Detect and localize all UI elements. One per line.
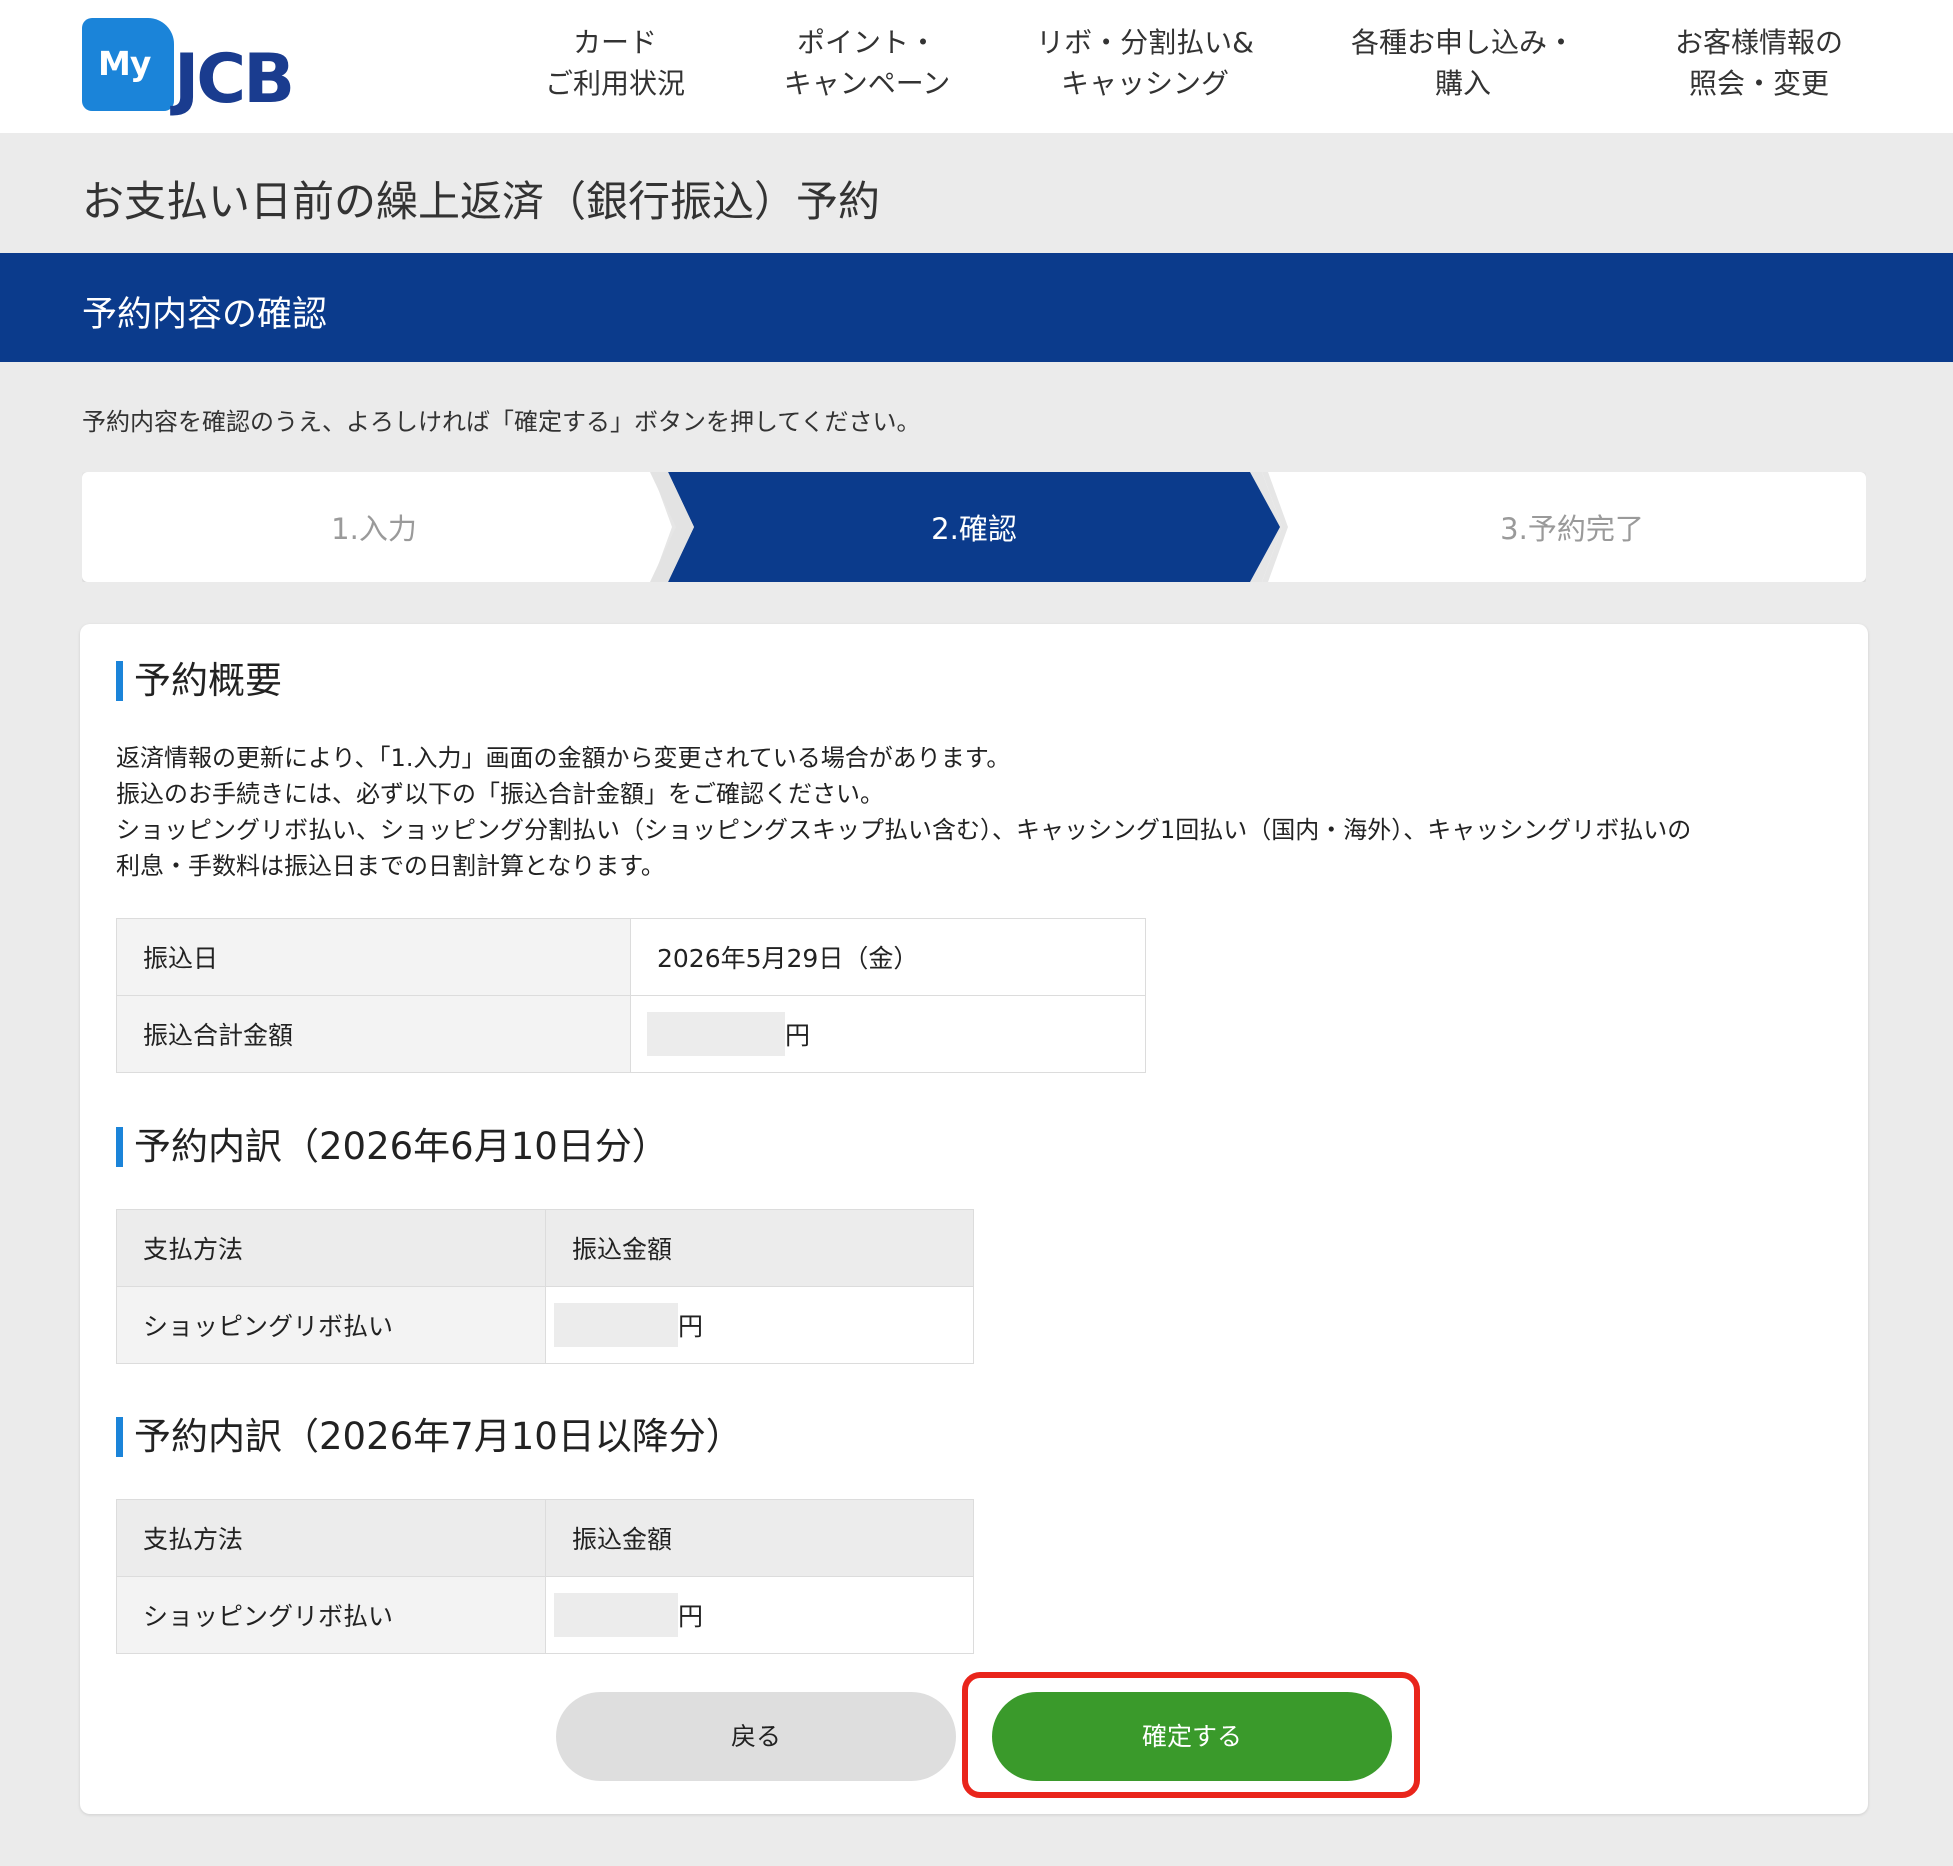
method-cell: ショッピングリボ払い: [116, 1286, 546, 1364]
transfer-total-label: 振込合計金額: [116, 995, 631, 1073]
yen-unit: 円: [785, 1021, 811, 1050]
nav-item-line2: キャンペーン: [783, 67, 951, 100]
table-row: 振込日 2026年5月29日（金）: [116, 918, 1146, 996]
nav-item-line1: お客様情報の: [1674, 26, 1843, 59]
progress-stepper: 1.入力 2.確認 3.予約完了: [82, 472, 1866, 582]
transfer-date-label: 振込日: [116, 918, 631, 996]
section-title: 予約内容の確認: [82, 295, 328, 335]
instruction-text: 予約内容を確認のうえ、よろしければ「確定する」ボタンを押してください。: [82, 408, 921, 436]
nav-item-card-usage[interactable]: カード ご利用状況: [515, 22, 715, 104]
yen-unit: 円: [678, 1312, 704, 1341]
breakdown1-heading: 予約内訳（2026年6月10日分）: [116, 1125, 669, 1169]
section-header: 予約内容の確認: [0, 253, 1953, 362]
site-header: My JCB カード ご利用状況 ポイント・ キャンペーン リボ・分割払い& キ…: [0, 0, 1953, 133]
summary-notes: 返済情報の更新により、「1.入力」画面の金額から変更されている場合があります。 …: [116, 740, 1691, 884]
breakdown2-table: 支払方法 振込金額 ショッピングリボ払い 円: [116, 1499, 974, 1654]
nav-item-line2: キャッシング: [1060, 67, 1229, 100]
myjcb-logo[interactable]: My JCB: [82, 18, 376, 114]
nav-item-line2: 照会・変更: [1688, 67, 1829, 100]
nav-item-line1: カード: [572, 26, 657, 59]
nav-item-customer-info[interactable]: お客様情報の 照会・変更: [1624, 22, 1894, 104]
global-nav: カード ご利用状況 ポイント・ キャンペーン リボ・分割払い& キャッシング 各…: [480, 22, 1930, 108]
confirm-button[interactable]: 確定する: [992, 1692, 1392, 1781]
reservation-card: 予約概要 返済情報の更新により、「1.入力」画面の金額から変更されている場合があ…: [80, 624, 1868, 1814]
step-confirm: 2.確認: [931, 512, 1017, 546]
table-row: ショッピングリボ払い 円: [116, 1576, 974, 1654]
nav-item-line1: リボ・分割払い&: [1036, 26, 1254, 59]
note-line: 利息・手数料は振込日までの日割計算となります。: [116, 852, 665, 880]
col-method: 支払方法: [116, 1209, 546, 1287]
logo-my-badge: My: [82, 18, 174, 111]
nav-item-line2: ご利用状況: [544, 67, 685, 100]
note-line: 返済情報の更新により、「1.入力」画面の金額から変更されている場合があります。: [116, 744, 1011, 772]
breakdown1-table: 支払方法 振込金額 ショッピングリボ払い 円: [116, 1209, 974, 1364]
nav-item-points[interactable]: ポイント・ キャンペーン: [742, 22, 992, 104]
yen-unit: 円: [678, 1602, 704, 1631]
breakdown2-heading: 予約内訳（2026年7月10日以降分）: [116, 1415, 743, 1459]
redacted-amount: [554, 1593, 678, 1637]
col-method: 支払方法: [116, 1499, 546, 1577]
redacted-amount: [647, 1012, 785, 1056]
nav-item-line1: 各種お申し込み・: [1350, 26, 1575, 59]
summary-table: 振込日 2026年5月29日（金） 振込合計金額 円: [116, 918, 1146, 1073]
table-header-row: 支払方法 振込金額: [116, 1499, 974, 1577]
logo-my-text: My: [98, 44, 151, 83]
transfer-total-cell: 円: [630, 995, 1146, 1073]
table-row: 振込合計金額 円: [116, 995, 1146, 1073]
table-header-row: 支払方法 振込金額: [116, 1209, 974, 1287]
nav-item-revolving[interactable]: リボ・分割払い& キャッシング: [1010, 22, 1280, 104]
amount-cell: 円: [545, 1286, 974, 1364]
page-title: お支払い日前の繰上返済（銀行振込）予約: [82, 177, 881, 226]
amount-cell: 円: [545, 1576, 974, 1654]
redacted-amount: [554, 1303, 678, 1347]
transfer-date-value: 2026年5月29日（金）: [630, 918, 1146, 996]
step-input: 1.入力: [331, 512, 417, 546]
nav-item-line2: 購入: [1434, 67, 1491, 100]
note-line: ショッピングリボ払い、ショッピング分割払い（ショッピングスキップ払い含む）、キャ…: [116, 816, 1692, 844]
nav-item-line1: ポイント・: [796, 26, 937, 59]
logo-jcb-text: JCB: [174, 40, 295, 119]
nav-item-applications[interactable]: 各種お申し込み・ 購入: [1328, 22, 1598, 104]
col-amount: 振込金額: [545, 1209, 974, 1287]
table-row: ショッピングリボ払い 円: [116, 1286, 974, 1364]
summary-heading: 予約概要: [116, 659, 282, 703]
step-complete: 3.予約完了: [1500, 512, 1644, 546]
note-line: 振込のお手続きには、必ず以下の「振込合計金額」をご確認ください。: [116, 780, 884, 808]
back-button[interactable]: 戻る: [556, 1692, 956, 1781]
method-cell: ショッピングリボ払い: [116, 1576, 546, 1654]
col-amount: 振込金額: [545, 1499, 974, 1577]
